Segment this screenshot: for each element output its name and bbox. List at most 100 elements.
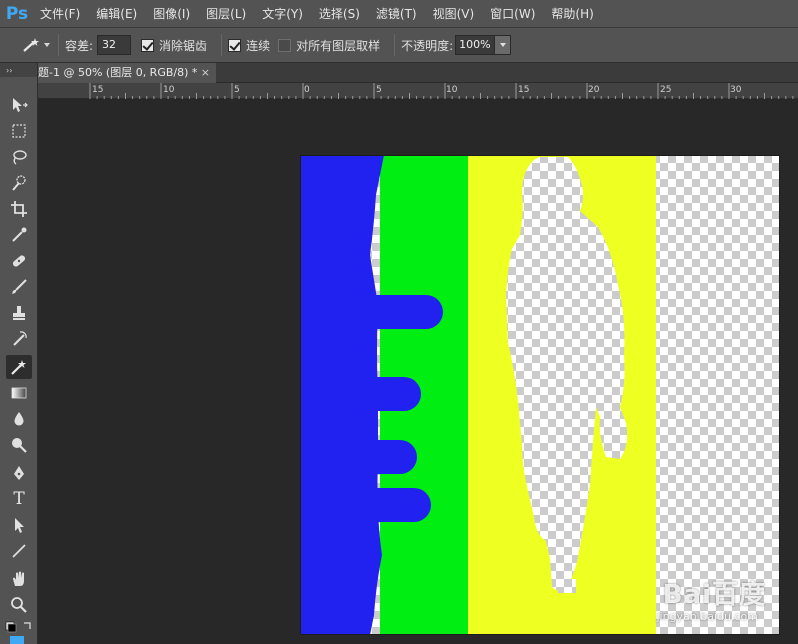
magnifier-icon [11, 597, 27, 613]
menu-type[interactable]: 文字(Y) [254, 0, 311, 28]
line-tool[interactable] [6, 539, 32, 563]
opacity-label: 不透明度: [401, 38, 454, 53]
crop-tool[interactable] [6, 197, 32, 221]
lasso-icon [13, 150, 27, 165]
dodge-tool[interactable] [6, 433, 32, 457]
divider [221, 34, 223, 56]
blue-bump [376, 488, 431, 522]
menu-window[interactable]: 窗口(W) [482, 0, 543, 28]
blur-tool[interactable] [6, 407, 32, 431]
eyedropper-tool[interactable] [6, 223, 32, 247]
hand-icon [13, 571, 24, 586]
blue-band [300, 155, 384, 635]
ruler-label: 20 [588, 85, 600, 95]
menu-filter[interactable]: 滤镜(T) [368, 0, 425, 28]
blue-bump [376, 440, 417, 474]
magic-wand-icon [11, 360, 26, 375]
tolerance-input[interactable]: 32 [97, 35, 132, 55]
quick-select-tool[interactable] [6, 171, 32, 195]
water-drop-icon [14, 412, 24, 426]
menu-edit[interactable]: 编辑(E) [88, 0, 145, 28]
ruler-label: 30 [730, 85, 742, 95]
quick-select-icon [12, 175, 26, 191]
ruler-label: 25 [660, 85, 671, 95]
document-canvas[interactable] [300, 155, 780, 635]
ruler-label: 10 [163, 85, 175, 95]
hand-tool[interactable] [6, 567, 32, 591]
chevron-down-icon [499, 43, 506, 47]
type-tool[interactable]: T [6, 487, 32, 511]
options-bar: 容差: 32 消除锯齿 连续 对所有图层取样 不透明度: 100% [0, 28, 798, 63]
menu-file[interactable]: 文件(F) [32, 0, 88, 28]
stamp-tool[interactable] [6, 301, 32, 325]
color-swatches[interactable] [4, 620, 34, 644]
rect-marquee-icon [12, 124, 26, 138]
divider [58, 34, 59, 56]
path-select-tool[interactable] [6, 513, 32, 537]
tools-panel: ›› T [0, 63, 38, 644]
document-tab[interactable]: 题-1 @ 50% (图层 0, RGB/8) * × [38, 63, 216, 83]
contiguous-checkbox[interactable]: 连续 [228, 37, 270, 54]
brush-icon [12, 279, 27, 294]
menu-image[interactable]: 图像(I) [145, 0, 198, 28]
opacity-dropdown-button[interactable] [495, 35, 512, 55]
tolerance-label: 容差: [65, 38, 94, 53]
ruler-label: 0 [304, 85, 310, 95]
line-icon [12, 544, 26, 558]
ruler-label: 15 [92, 85, 103, 95]
baidu-watermark: Bai百度 [662, 580, 766, 610]
history-brush-tool[interactable] [6, 327, 32, 351]
menu-select[interactable]: 选择(S) [311, 0, 368, 28]
panel-collapse-handle[interactable]: ›› [0, 63, 37, 77]
gradient-icon [11, 387, 27, 399]
sample-all-layers-label: 对所有图层取样 [296, 38, 381, 53]
tool-preset-picker[interactable] [12, 32, 52, 58]
eyedropper-icon [12, 227, 27, 242]
layer-image[interactable] [300, 155, 780, 635]
blue-bump [376, 295, 443, 329]
sample-all-layers-checkbox[interactable]: 对所有图层取样 [278, 37, 380, 54]
opacity-input[interactable]: 100% [455, 35, 496, 55]
healing-tool[interactable] [6, 249, 32, 273]
zoom-tool[interactable] [6, 593, 32, 617]
ruler-label: 15 [518, 85, 529, 95]
crop-icon [11, 201, 27, 217]
ruler-label: 5 [234, 85, 240, 95]
path-select-arrow-icon [15, 518, 24, 533]
magic-wand-icon [23, 38, 39, 52]
photoshop-logo: Ps [5, 3, 29, 24]
move-arrow-icon [13, 98, 28, 112]
gradient-tool[interactable] [6, 381, 32, 405]
opacity-field[interactable]: 100% [455, 35, 512, 55]
menu-help[interactable]: 帮助(H) [543, 0, 601, 28]
antialias-checkbox[interactable]: 消除锯齿 [141, 37, 207, 54]
type-icon: T [13, 489, 25, 509]
ruler-scale: 15 10 5 0 5 10 15 20 25 30 [89, 83, 794, 99]
document-tab-title: 题-1 @ 50% (图层 0, RGB/8) * [38, 66, 198, 79]
swap-colors-icon [5, 621, 31, 644]
checkbox-checked-icon [228, 38, 242, 52]
ruler-label: 10 [446, 85, 458, 95]
close-icon[interactable]: × [201, 63, 210, 83]
menu-view[interactable]: 视图(V) [425, 0, 483, 28]
move-tool[interactable] [6, 93, 32, 117]
lasso-tool[interactable] [6, 145, 32, 169]
checkbox-checked-icon [141, 38, 155, 52]
divider [394, 34, 396, 56]
ruler-label: 5 [376, 85, 382, 95]
bandage-icon [12, 255, 26, 267]
brush-tool[interactable] [6, 275, 32, 299]
document-tab-bar: 题-1 @ 50% (图层 0, RGB/8) * × [38, 63, 798, 83]
horizontal-ruler[interactable]: 15 10 5 0 5 10 15 20 25 30 [38, 83, 798, 99]
canvas-area[interactable] [38, 99, 798, 644]
pen-icon [14, 466, 24, 480]
menu-bar: Ps 文件(F) 编辑(E) 图像(I) 图层(L) 文字(Y) 选择(S) 滤… [0, 0, 798, 28]
history-brush-icon [13, 331, 27, 346]
marquee-tool[interactable] [6, 119, 32, 143]
transparent-silhouette-foot [558, 579, 576, 593]
magic-wand-tool[interactable] [6, 355, 32, 379]
blue-bump [376, 377, 421, 411]
pen-tool[interactable] [6, 461, 32, 485]
baidu-watermark-url: jingyan.baidu.com [656, 610, 758, 623]
menu-layer[interactable]: 图层(L) [198, 0, 254, 28]
